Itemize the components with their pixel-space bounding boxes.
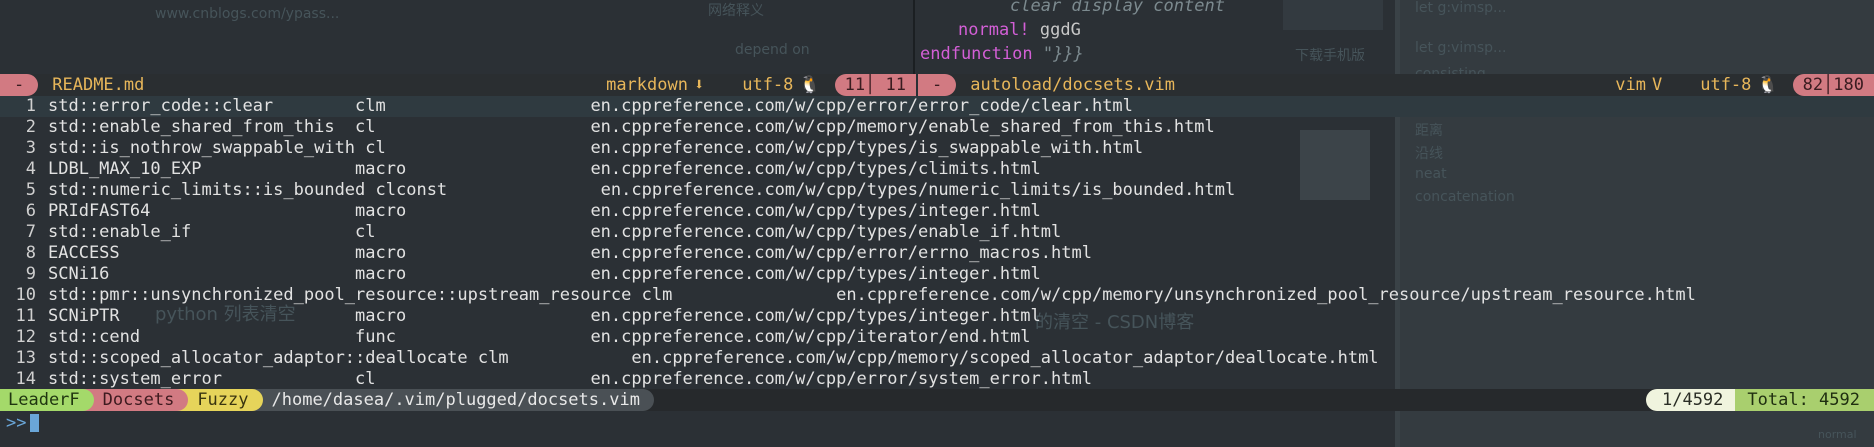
result-text: LDBL_MAX_10_EXP macro en.cppreference.co… bbox=[48, 159, 1041, 179]
cursor-position: 82│180 bbox=[1792, 74, 1874, 96]
background-text: let g:vimsp... bbox=[1415, 0, 1507, 16]
line-number: 11 bbox=[15, 306, 36, 326]
background-text: 下载手机版 bbox=[1295, 48, 1365, 64]
line-number: 9 bbox=[25, 264, 36, 284]
line-number: 13 bbox=[15, 348, 36, 368]
cwd-path: /home/dasea/.vim/plugged/docsets.vim bbox=[251, 389, 654, 411]
result-row[interactable]: 12 std::cend func en.cppreference.com/w/c… bbox=[0, 327, 1874, 348]
result-text: std::numeric_limits::is_bounded clconst … bbox=[48, 180, 1236, 200]
code-keyword: endfunction bbox=[920, 44, 1033, 64]
result-row[interactable]: 4 LDBL_MAX_10_EXP macro en.cppreference.c… bbox=[0, 159, 1874, 180]
line-number: 5 bbox=[25, 180, 36, 200]
line-number: 1 bbox=[25, 96, 36, 116]
result-text: EACCESS macro en.cppreference.com/w/cpp/… bbox=[48, 243, 1092, 263]
code-comment: "}}} bbox=[1032, 44, 1084, 64]
result-text: std::enable_shared_from_this cl en.cppre… bbox=[48, 117, 1215, 137]
leaderf-statusbar: LeaderF Docsets Fuzzy /home/dasea/.vim/p… bbox=[0, 389, 1874, 411]
line-number: 6 bbox=[25, 201, 36, 221]
total-counter: Total: 4592 bbox=[1735, 389, 1874, 411]
background-text: depend on bbox=[735, 42, 810, 58]
mode-badge: - bbox=[918, 74, 957, 96]
line-number: 2 bbox=[25, 117, 36, 137]
code-keyword: normal! bbox=[958, 20, 1030, 40]
background-text: 网络释义 bbox=[708, 3, 764, 19]
editor-code-fragment: clear display content normal! ggdG endfu… bbox=[920, 0, 1225, 66]
result-text: std::scoped_allocator_adaptor::deallocat… bbox=[48, 348, 1379, 368]
result-row[interactable]: 8 EACCESS macro en.cppreference.com/w/cpp… bbox=[0, 243, 1874, 264]
background-header-block bbox=[1283, 0, 1383, 30]
docset-results-list: 1 std::error_code::clear clm en.cpprefere… bbox=[0, 96, 1874, 390]
match-mode-toggle[interactable]: Fuzzy bbox=[177, 389, 263, 411]
result-row[interactable]: 1 std::error_code::clear clm en.cpprefere… bbox=[0, 96, 1874, 117]
result-row[interactable]: 9 SCNi16 macro en.cppreference.com/w/cpp/… bbox=[0, 264, 1874, 285]
result-text: std::pmr::unsynchronized_pool_resource::… bbox=[48, 285, 1696, 305]
result-text: std::error_code::clear clm en.cppreferen… bbox=[48, 96, 1133, 116]
markdown-icon: ⬇ bbox=[693, 75, 705, 95]
left-statusline: - README.md markdown ⬇ utf-8 🐧 11│ 11 bbox=[0, 74, 916, 96]
leaderf-label: LeaderF bbox=[0, 389, 94, 411]
split-divider bbox=[913, 0, 915, 74]
file-name[interactable]: README.md bbox=[52, 75, 144, 95]
prompt-symbol: >> bbox=[6, 413, 27, 433]
linux-penguin-icon: 🐧 bbox=[799, 75, 821, 95]
line-number: 14 bbox=[15, 369, 36, 389]
vim-icon: V bbox=[1651, 75, 1663, 95]
result-row[interactable]: 6 PRIdFAST64 macro en.cppreference.com/w/… bbox=[0, 201, 1874, 222]
background-text: www.cnblogs.com/ypass... bbox=[155, 6, 340, 22]
line-number: 7 bbox=[25, 222, 36, 242]
result-row[interactable]: 5 std::numeric_limits::is_bounded clconst… bbox=[0, 180, 1874, 201]
filetype-label: markdown bbox=[606, 75, 688, 95]
right-statusline: - autoload/docsets.vim vim V utf-8 🐧 82│… bbox=[918, 74, 1874, 96]
code-comment: clear display content bbox=[1010, 0, 1225, 16]
encoding-label: utf-8 bbox=[742, 75, 794, 95]
mode-badge: - bbox=[0, 74, 39, 96]
text-cursor bbox=[30, 414, 40, 432]
result-row[interactable]: 11 SCNiPTR macro en.cppreference.com/w/cp… bbox=[0, 306, 1874, 327]
filetype-label: vim bbox=[1615, 75, 1646, 95]
code-text: ggdG bbox=[1029, 20, 1081, 40]
result-text: PRIdFAST64 macro en.cppreference.com/w/c… bbox=[48, 201, 1041, 221]
result-counter: 1/4592 bbox=[1645, 389, 1736, 411]
result-text: std::enable_if cl en.cppreference.com/w/… bbox=[48, 222, 1062, 242]
line-number: 12 bbox=[15, 327, 36, 347]
line-number: 10 bbox=[15, 285, 36, 305]
line-number: 8 bbox=[25, 243, 36, 263]
result-row[interactable]: 13 std::scoped_allocator_adaptor::dealloc… bbox=[0, 348, 1874, 369]
leaderf-prompt[interactable]: >> bbox=[0, 412, 1874, 434]
result-row[interactable]: 2 std::enable_shared_from_this cl en.cppr… bbox=[0, 117, 1874, 138]
line-number: 4 bbox=[25, 159, 36, 179]
background-text: let g:vimsp... bbox=[1415, 40, 1507, 56]
line-number: 3 bbox=[25, 138, 36, 158]
result-text: std::is_nothrow_swappable_with cl en.cpp… bbox=[48, 138, 1144, 158]
category-label: Docsets bbox=[82, 389, 189, 411]
cursor-position: 11│ 11 bbox=[834, 74, 916, 96]
result-text: SCNiPTR macro en.cppreference.com/w/cpp/… bbox=[48, 306, 1041, 326]
result-row[interactable]: 14 std::system_error cl en.cppreference.c… bbox=[0, 369, 1874, 390]
linux-penguin-icon: 🐧 bbox=[1757, 75, 1779, 95]
file-name[interactable]: autoload/docsets.vim bbox=[970, 75, 1175, 95]
result-text: SCNi16 macro en.cppreference.com/w/cpp/t… bbox=[48, 264, 1041, 284]
encoding-label: utf-8 bbox=[1700, 75, 1752, 95]
result-text: std::system_error cl en.cppreference.com… bbox=[48, 369, 1092, 389]
result-row[interactable]: 3 std::is_nothrow_swappable_with cl en.cp… bbox=[0, 138, 1874, 159]
result-row[interactable]: 10 std::pmr::unsynchronized_pool_resource… bbox=[0, 285, 1874, 306]
result-row[interactable]: 7 std::enable_if cl en.cppreference.com/w… bbox=[0, 222, 1874, 243]
result-text: std::cend func en.cppreference.com/w/cpp… bbox=[48, 327, 1031, 347]
